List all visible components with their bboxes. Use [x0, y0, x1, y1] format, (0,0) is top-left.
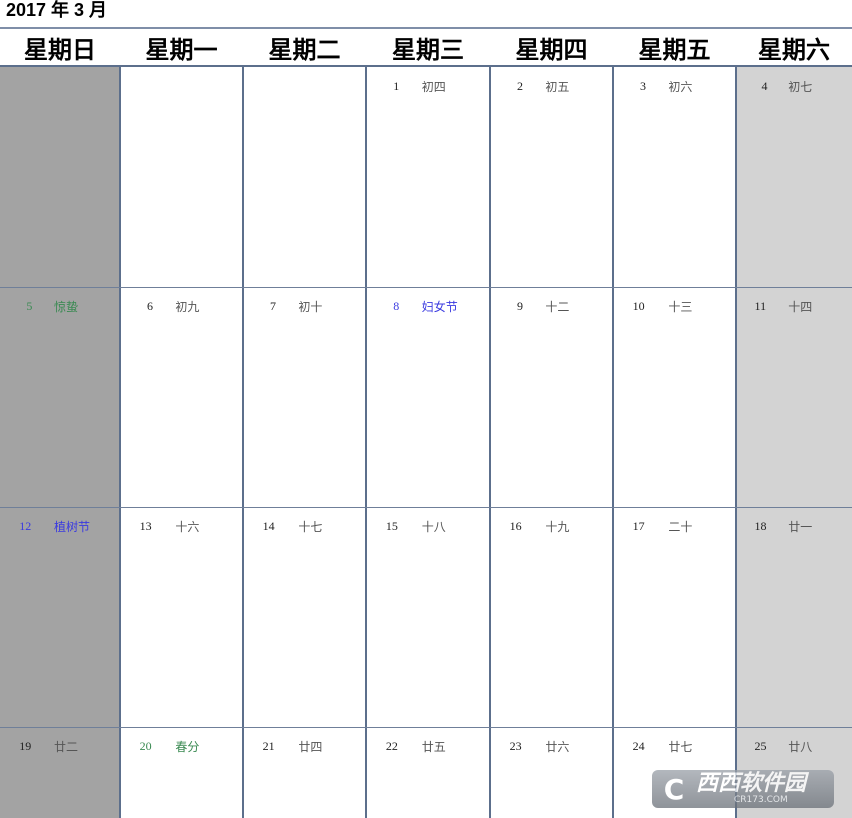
lunar-date: 十四	[788, 300, 813, 314]
weekday-header: 星期五	[613, 27, 736, 67]
weekday-header: 星期六	[736, 27, 852, 67]
lunar-date: 廿五	[421, 740, 446, 754]
day-cell[interactable]: 18 廿一	[736, 507, 852, 727]
watermark-logo-icon: C	[663, 772, 685, 806]
lunar-date: 廿二	[54, 740, 79, 754]
day-cell[interactable]: 6 初九	[120, 287, 243, 507]
day-cell[interactable]: 16 十九	[490, 507, 613, 727]
weekday-header: 星期四	[490, 27, 613, 67]
day-number: 25	[754, 739, 767, 753]
day-number: 19	[19, 739, 32, 753]
day-cell[interactable]: 1 初四	[366, 67, 490, 287]
day-number: 16	[509, 519, 522, 533]
lunar-date: 初十	[298, 300, 323, 314]
page-title: 2017 年 3 月	[6, 0, 108, 20]
lunar-date: 惊蛰	[54, 300, 79, 314]
day-cell[interactable]: 19 廿二	[0, 727, 120, 818]
watermark-subtext: CR173.COM	[734, 795, 788, 805]
day-number: 20	[139, 739, 152, 753]
lunar-date: 廿七	[668, 740, 693, 754]
day-number: 9	[517, 299, 524, 313]
day-cell[interactable]: 13 十六	[120, 507, 243, 727]
watermark: C 西西软件园 CR173.COM	[652, 770, 834, 808]
day-number: 18	[754, 519, 767, 533]
day-number: 7	[270, 299, 277, 313]
lunar-date: 春分	[175, 740, 200, 754]
row-divider	[0, 507, 852, 508]
day-cell[interactable]: 23 廿六	[490, 727, 613, 818]
day-cell[interactable]: 10 十三	[613, 287, 736, 507]
lunar-date: 廿一	[788, 520, 813, 534]
day-number: 3	[640, 79, 647, 93]
lunar-date: 十八	[421, 520, 446, 534]
day-number: 14	[262, 519, 275, 533]
lunar-date: 植树节	[54, 520, 91, 534]
column-divider	[612, 67, 614, 818]
day-number: 2	[517, 79, 524, 93]
lunar-date: 二十	[668, 520, 693, 534]
day-number: 1	[393, 79, 400, 93]
lunar-date: 十二	[545, 300, 570, 314]
day-number: 23	[509, 739, 522, 753]
lunar-date: 十九	[545, 520, 570, 534]
row-divider	[0, 727, 852, 728]
watermark-text: 西西软件园	[696, 771, 807, 796]
lunar-date: 廿四	[298, 740, 323, 754]
day-number: 4	[761, 79, 768, 93]
day-number: 8	[393, 299, 400, 313]
lunar-date: 十七	[298, 520, 323, 534]
day-cell[interactable]: 22 廿五	[366, 727, 490, 818]
lunar-date: 初九	[175, 300, 200, 314]
day-number: 24	[632, 739, 645, 753]
lunar-date: 妇女节	[421, 300, 458, 314]
column-divider	[365, 67, 367, 818]
column-divider	[119, 67, 121, 818]
day-number: 22	[385, 739, 398, 753]
day-cell[interactable]: 17 二十	[613, 507, 736, 727]
day-cell[interactable]: 11 十四	[736, 287, 852, 507]
row-divider	[0, 287, 852, 288]
lunar-date: 廿八	[788, 740, 813, 754]
lunar-date: 初五	[545, 80, 570, 94]
weekday-header: 星期日	[0, 27, 120, 67]
day-number: 11	[754, 299, 767, 313]
lunar-date: 廿六	[545, 740, 570, 754]
column-divider	[735, 67, 737, 818]
lunar-date: 十六	[175, 520, 200, 534]
lunar-date: 初六	[668, 80, 693, 94]
empty-day-cell[interactable]	[0, 67, 120, 287]
day-cell[interactable]: 5 惊蛰	[0, 287, 120, 507]
day-cell[interactable]: 9 十二	[490, 287, 613, 507]
day-number: 21	[262, 739, 275, 753]
day-cell[interactable]: 3 初六	[613, 67, 736, 287]
day-number: 15	[385, 519, 398, 533]
day-cell[interactable]: 7 初十	[243, 287, 366, 507]
weekday-header: 星期二	[243, 27, 366, 67]
day-cell[interactable]: 14 十七	[243, 507, 366, 727]
weekday-header: 星期一	[120, 27, 243, 67]
day-number: 6	[147, 299, 154, 313]
lunar-date: 十三	[668, 300, 693, 314]
weekday-header: 星期三	[366, 27, 490, 67]
day-number: 17	[632, 519, 645, 533]
column-divider	[489, 67, 491, 818]
day-cell[interactable]: 15 十八	[366, 507, 490, 727]
empty-day-cell[interactable]	[243, 67, 366, 287]
empty-day-cell[interactable]	[120, 67, 243, 287]
day-number: 12	[19, 519, 32, 533]
day-number: 5	[26, 299, 33, 313]
day-cell[interactable]: 21 廿四	[243, 727, 366, 818]
day-cell[interactable]: 8 妇女节	[366, 287, 490, 507]
day-cell[interactable]: 20 春分	[120, 727, 243, 818]
calendar-grid: 星期日 星期一 星期二 星期三 星期四 星期五 星期六 1 初四 2 初五 3 初六 4 初七 5 惊蛰 6 初九 7…	[0, 27, 852, 818]
day-cell[interactable]: 4 初七	[736, 67, 852, 287]
day-number: 10	[632, 299, 645, 313]
day-cell[interactable]: 12 植树节	[0, 507, 120, 727]
lunar-date: 初四	[421, 80, 446, 94]
day-number: 13	[139, 519, 152, 533]
column-divider	[242, 67, 244, 818]
day-cell[interactable]: 2 初五	[490, 67, 613, 287]
lunar-date: 初七	[788, 80, 813, 94]
